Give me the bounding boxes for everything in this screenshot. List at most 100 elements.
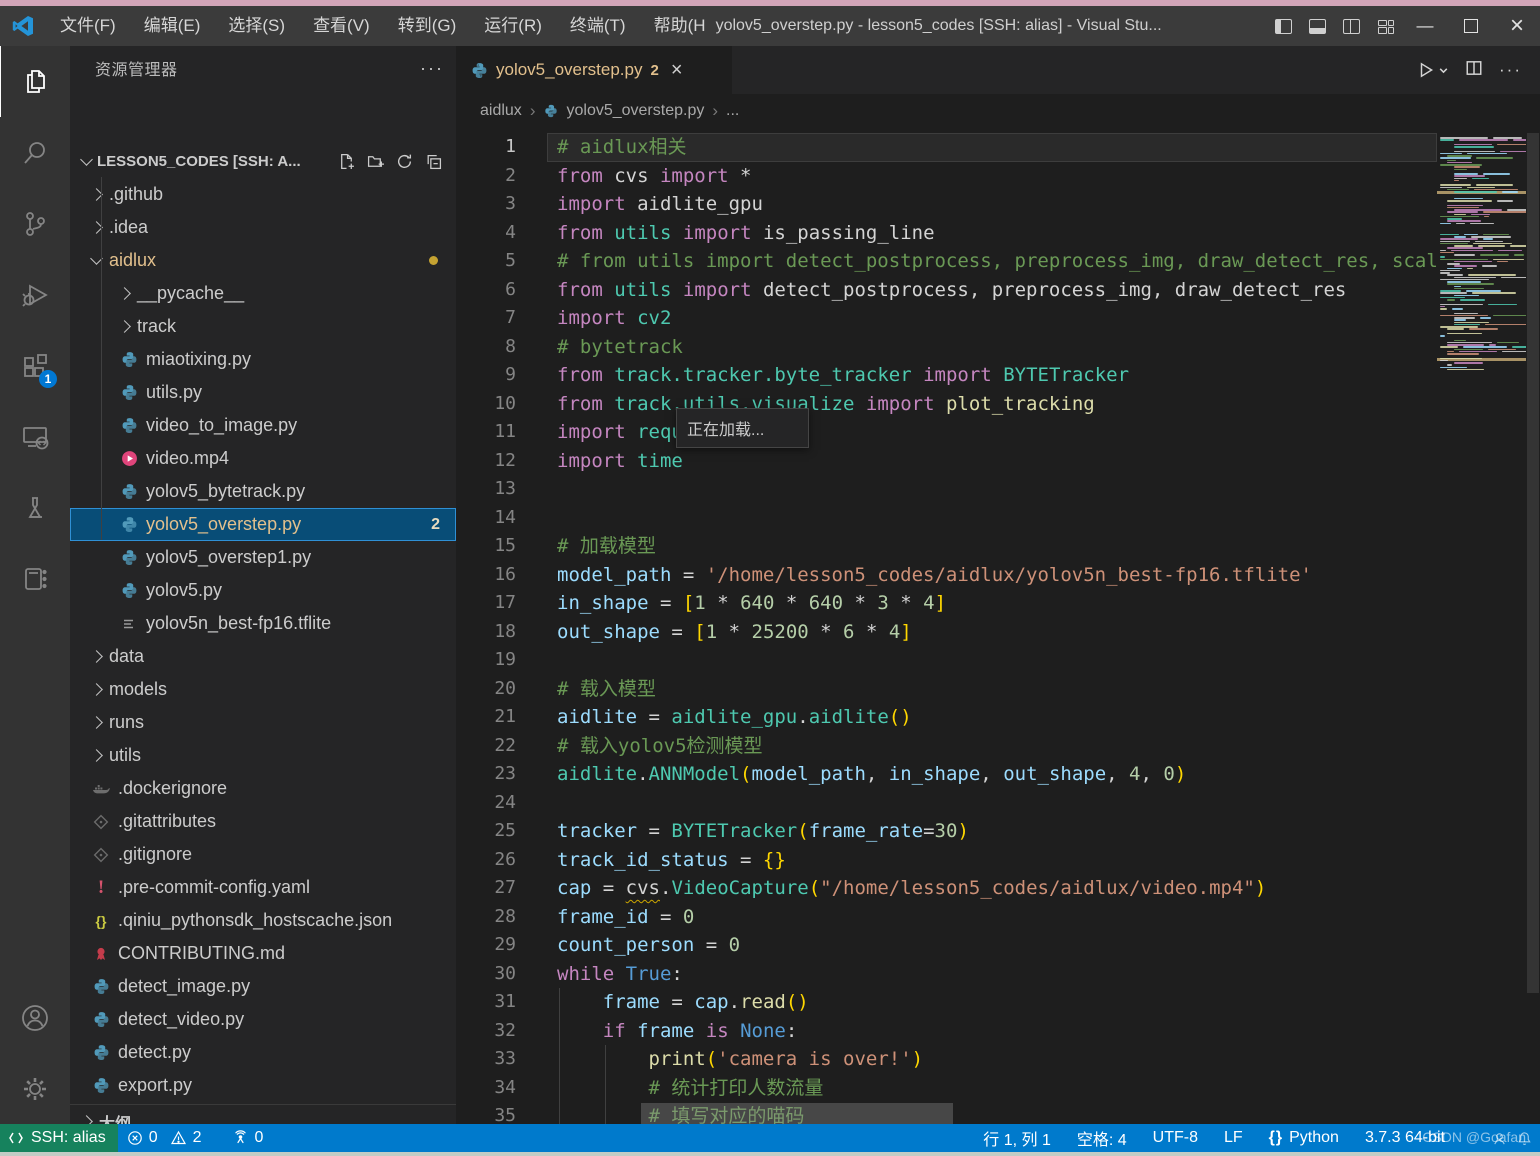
tree-item-detect-image-py[interactable]: detect_image.py	[70, 970, 456, 1003]
indentation[interactable]: 空格: 4	[1068, 1126, 1136, 1150]
code-line-6[interactable]: 6 from utils import detect_postprocess, p…	[456, 276, 1437, 305]
code-line-8[interactable]: 8 # bytetrack	[456, 333, 1437, 362]
split-editor-icon[interactable]	[1465, 59, 1483, 82]
tree-item-models[interactable]: models	[70, 673, 456, 706]
tree-item-utils[interactable]: utils	[70, 739, 456, 772]
code-line-33[interactable]: 33 print('camera is over!')	[456, 1045, 1437, 1074]
line-number[interactable]: 15	[456, 532, 557, 561]
code-line-18[interactable]: 18 out_shape = [1 * 25200 * 6 * 4]	[456, 618, 1437, 647]
tree-item--pre-commit-config-yaml[interactable]: ! .pre-commit-config.yaml	[70, 871, 456, 904]
cursor-position[interactable]: 行 1, 列 1	[974, 1126, 1060, 1150]
code-line-13[interactable]: 13	[456, 475, 1437, 504]
remote-explorer-icon[interactable]	[0, 401, 70, 472]
line-number[interactable]: 17	[456, 589, 557, 618]
tree-item-data[interactable]: data	[70, 640, 456, 673]
close-button[interactable]: ×	[1494, 6, 1540, 46]
menu-item-4[interactable]: 转到(G)	[384, 6, 471, 46]
menu-item-0[interactable]: 文件(F)	[46, 6, 130, 46]
tree-item-yolov5-overstep1-py[interactable]: yolov5_overstep1.py	[70, 541, 456, 574]
code-line-24[interactable]: 24	[456, 789, 1437, 818]
tree-item--github[interactable]: .github	[70, 178, 456, 211]
code-line-32[interactable]: 32 if frame is None:	[456, 1016, 1437, 1045]
refresh-icon[interactable]	[396, 153, 413, 170]
tree-item-yolov5-py[interactable]: yolov5.py	[70, 574, 456, 607]
minimize-button[interactable]: —	[1402, 6, 1448, 46]
code-line-2[interactable]: 2 from cvs import *	[456, 162, 1437, 191]
collapse-all-icon[interactable]	[425, 153, 442, 170]
line-number[interactable]: 28	[456, 903, 557, 932]
line-number[interactable]: 18	[456, 618, 557, 647]
tree-item-export-py[interactable]: export.py	[70, 1069, 456, 1102]
explorer-icon[interactable]	[0, 46, 71, 117]
ports-indicator[interactable]: 0	[223, 1129, 273, 1147]
scrollbar-thumb[interactable]	[1527, 133, 1539, 993]
new-file-icon[interactable]	[338, 153, 355, 170]
code-line-10[interactable]: 10 from track.utils.visualize import plot…	[456, 390, 1437, 419]
code-line-22[interactable]: 22 # 载入yolov5检测模型	[456, 732, 1437, 761]
tree-item--gitignore[interactable]: .gitignore	[70, 838, 456, 871]
tree-item-yolov5-overstep-py[interactable]: yolov5_overstep.py 2	[70, 508, 456, 541]
code-line-23[interactable]: 23 aidlite.ANNModel(model_path, in_shape,…	[456, 760, 1437, 789]
tree-item-video-to-image-py[interactable]: video_to_image.py	[70, 409, 456, 442]
line-number[interactable]: 24	[456, 789, 557, 818]
code-line-19[interactable]: 19	[456, 646, 1437, 675]
code-line-9[interactable]: 9 from track.tracker.byte_tracker import …	[456, 361, 1437, 390]
line-number[interactable]: 1	[456, 133, 557, 162]
tree-item--qiniu-pythonsdk-hostscache-json[interactable]: {} .qiniu_pythonsdk_hostscache.json	[70, 904, 456, 937]
tree-item--idea[interactable]: .idea	[70, 211, 456, 244]
tree-item-miaotixing-py[interactable]: miaotixing.py	[70, 343, 456, 376]
line-number[interactable]: 12	[456, 447, 557, 476]
menu-item-5[interactable]: 运行(R)	[470, 6, 556, 46]
more-actions-icon[interactable]: ···	[1499, 60, 1522, 80]
minimap[interactable]	[1437, 133, 1526, 1118]
line-number[interactable]: 19	[456, 646, 557, 675]
code-line-5[interactable]: 5 # from utils import detect_postprocess,…	[456, 247, 1437, 276]
code-line-21[interactable]: 21 aidlite = aidlite_gpu.aidlite()	[456, 703, 1437, 732]
source-control-icon[interactable]	[0, 188, 70, 259]
code-line-16[interactable]: 16 model_path = '/home/lesson5_codes/aidl…	[456, 561, 1437, 590]
code-line-26[interactable]: 26 track_id_status = {}	[456, 846, 1437, 875]
tree-item-detect-video-py[interactable]: detect_video.py	[70, 1003, 456, 1036]
eol-sequence[interactable]: LF	[1215, 1129, 1252, 1147]
line-number[interactable]: 4	[456, 219, 557, 248]
line-number[interactable]: 21	[456, 703, 557, 732]
code-line-7[interactable]: 7 import cv2	[456, 304, 1437, 333]
line-number[interactable]: 29	[456, 931, 557, 960]
tree-item-yolov5n-best-fp16-tflite[interactable]: yolov5n_best-fp16.tflite	[70, 607, 456, 640]
menu-item-2[interactable]: 选择(S)	[214, 6, 299, 46]
line-number[interactable]: 31	[456, 988, 557, 1017]
menu-item-6[interactable]: 终端(T)	[556, 6, 640, 46]
tab-yolov5-overstep[interactable]: yolov5_overstep.py 2 ×	[456, 46, 732, 94]
search-icon[interactable]	[0, 117, 70, 188]
code-line-20[interactable]: 20 # 载入模型	[456, 675, 1437, 704]
code-line-34[interactable]: 34 # 统计打印人数流量	[456, 1073, 1437, 1102]
maximize-button[interactable]	[1448, 6, 1494, 46]
language-mode[interactable]: {} Python	[1260, 1129, 1348, 1147]
menu-item-1[interactable]: 编辑(E)	[130, 6, 215, 46]
code-line-3[interactable]: 3 import aidlite_gpu	[456, 190, 1437, 219]
tree-item--gitattributes[interactable]: .gitattributes	[70, 805, 456, 838]
line-number[interactable]: 22	[456, 732, 557, 761]
breadcrumb-symbol[interactable]: ...	[726, 102, 739, 120]
tree-item-aidlux[interactable]: aidlux	[70, 244, 456, 277]
testing-icon[interactable]	[0, 472, 70, 543]
breadcrumb-folder[interactable]: aidlux	[480, 102, 522, 120]
code-line-4[interactable]: 4 from utils import is_passing_line	[456, 219, 1437, 248]
toggle-secondary-sidebar-icon[interactable]	[1334, 6, 1368, 46]
tree-item--pycache-[interactable]: __pycache__	[70, 277, 456, 310]
outline-section[interactable]: 大纲	[70, 1104, 456, 1124]
code-line-31[interactable]: 31 frame = cap.read()	[456, 988, 1437, 1017]
line-number[interactable]: 3	[456, 190, 557, 219]
code-line-15[interactable]: 15 # 加载模型	[456, 532, 1437, 561]
account-icon[interactable]	[0, 982, 70, 1053]
line-number[interactable]: 13	[456, 475, 557, 504]
line-number[interactable]: 8	[456, 333, 557, 362]
toggle-sidebar-icon[interactable]	[1266, 6, 1300, 46]
code-line-1[interactable]: 1 # aidlux相关	[456, 133, 1437, 162]
new-folder-icon[interactable]	[367, 153, 384, 170]
encoding[interactable]: UTF-8	[1144, 1129, 1207, 1147]
tree-item-video-mp4[interactable]: video.mp4	[70, 442, 456, 475]
problems-indicator[interactable]: 0 2	[118, 1129, 211, 1147]
line-number[interactable]: 16	[456, 561, 557, 590]
code-line-11[interactable]: 11import requests	[456, 418, 1437, 447]
